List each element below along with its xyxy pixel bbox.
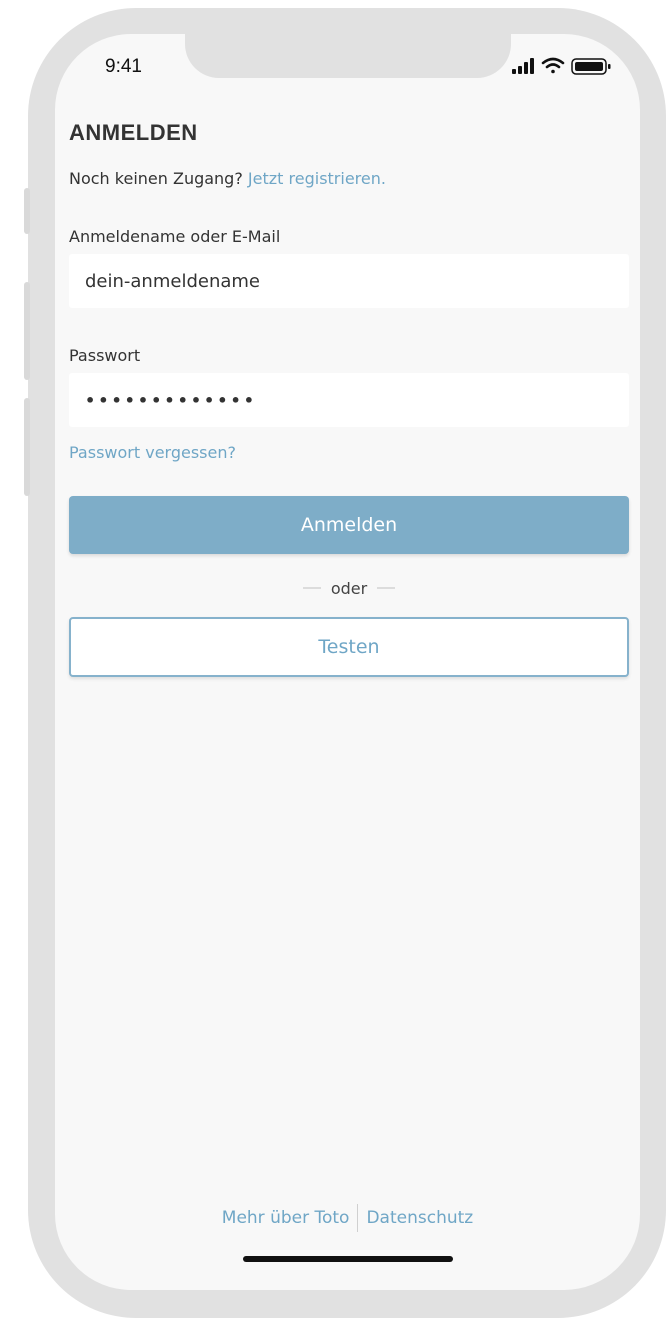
status-time: 9:41 [105, 56, 142, 77]
footer-links: Mehr über Toto Datenschutz [55, 1204, 640, 1232]
login-button[interactable]: Anmelden [69, 496, 629, 554]
or-divider: oder [69, 575, 629, 601]
no-account-text: Noch keinen Zugang? [69, 169, 243, 188]
battery-icon [571, 58, 611, 75]
signal-icon [512, 58, 534, 74]
or-text: oder [330, 578, 368, 598]
footer-separator [357, 1204, 359, 1232]
divider-line-left [302, 587, 321, 589]
wifi-icon [541, 57, 565, 74]
username-input[interactable] [69, 254, 629, 308]
mute-switch [24, 188, 30, 234]
register-link[interactable]: Jetzt registrieren. [248, 169, 386, 188]
signup-prompt: Noch keinen Zugang? Jetzt registrieren. [69, 169, 386, 188]
phone-screen: 9:41 ANMELDEN Noch keinen Zugang? Jetzt … [55, 34, 640, 1290]
password-input[interactable]: ••••••••••••• [69, 373, 629, 427]
volume-up-button [24, 282, 30, 380]
divider-line-right [377, 587, 396, 589]
password-label: Passwort [69, 346, 141, 365]
privacy-link[interactable]: Datenschutz [366, 1208, 473, 1228]
page-title: ANMELDEN [69, 120, 198, 145]
status-icons [510, 56, 620, 78]
notch [185, 34, 511, 78]
username-label: Anmeldename oder E-Mail [69, 227, 281, 246]
home-indicator [243, 1256, 453, 1262]
volume-down-button [24, 398, 30, 496]
about-link[interactable]: Mehr über Toto [222, 1208, 350, 1228]
forgot-password-link[interactable]: Passwort vergessen? [69, 443, 236, 462]
test-button[interactable]: Testen [69, 617, 629, 677]
